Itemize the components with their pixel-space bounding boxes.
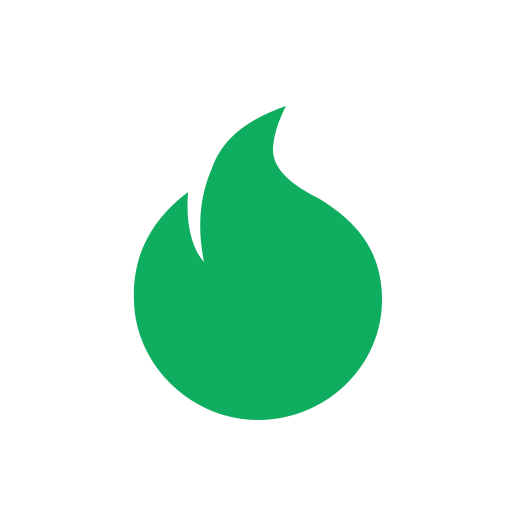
icon-canvas	[0, 0, 512, 512]
flame-shape	[133, 106, 382, 420]
flame-icon	[133, 106, 382, 420]
